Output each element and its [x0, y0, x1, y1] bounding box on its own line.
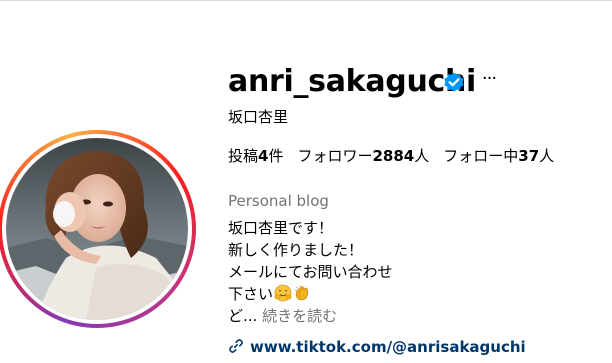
- posts-suffix: 件: [268, 147, 284, 165]
- more-options-icon[interactable]: ···: [478, 66, 500, 92]
- followers-suffix: 人: [414, 147, 430, 165]
- external-link[interactable]: www.tiktok.com/@anrisakaguchi: [228, 336, 526, 358]
- profile-photo: [6, 138, 188, 320]
- bio-line: 新しく作りました！: [228, 241, 364, 259]
- profile-stats: 投稿4件 フォロワー2884人 フォロー中37人: [228, 145, 554, 167]
- external-link-text: www.tiktok.com/@anrisakaguchi: [250, 338, 526, 356]
- top-divider: [0, 0, 612, 1]
- bio: 坂口杏里です！ 新しく作りました！ メールにてお問い合わせ 下さい ど... 続…: [228, 217, 393, 327]
- posts-count[interactable]: 投稿4件: [228, 145, 283, 167]
- category-label: Personal blog: [228, 192, 329, 210]
- bio-truncated-line: ど... 続きを読む: [228, 305, 393, 327]
- read-more-link[interactable]: 続きを読む: [262, 307, 337, 325]
- followers-label: フォロワー: [297, 147, 373, 165]
- bio-line-with-emoji: 下さい: [228, 283, 393, 305]
- followers-number: 2884: [372, 147, 415, 165]
- following-label: フォロー中: [443, 147, 519, 165]
- posts-number: 4: [258, 147, 269, 165]
- bio-line: メールにてお問い合わせ: [228, 263, 393, 281]
- bio-line: 坂口杏里です！: [228, 219, 334, 237]
- following-suffix: 人: [539, 147, 555, 165]
- hugging-face-icon: [274, 284, 292, 302]
- username: anri_sakaguchi: [228, 64, 477, 99]
- followers-count[interactable]: フォロワー2884人: [297, 145, 429, 167]
- story-ring[interactable]: [0, 130, 196, 328]
- posts-label: 投稿: [228, 147, 259, 165]
- link-icon: [228, 338, 244, 354]
- avatar[interactable]: [6, 138, 188, 320]
- bio-truncated-text: ど...: [228, 307, 258, 325]
- bio-line-text: 下さい: [228, 285, 274, 303]
- following-count[interactable]: フォロー中37人: [443, 145, 554, 167]
- following-number: 37: [518, 147, 540, 165]
- clapping-hands-icon: [293, 284, 311, 302]
- full-name: 坂口杏里: [228, 108, 289, 126]
- verified-badge-icon: [442, 70, 466, 94]
